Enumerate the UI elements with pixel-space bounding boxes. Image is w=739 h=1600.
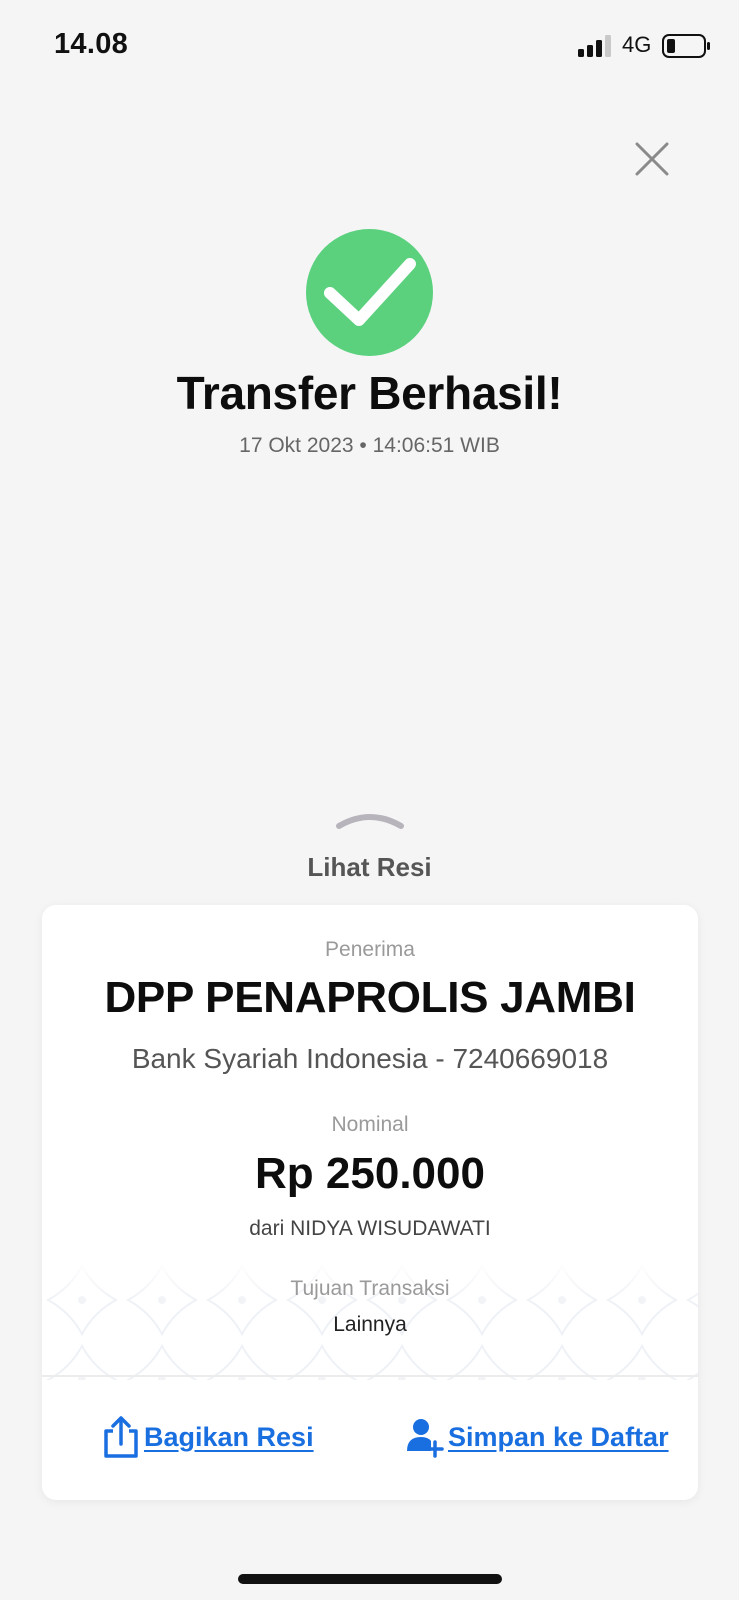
- share-icon: [104, 1416, 138, 1458]
- signal-bars-icon: [578, 35, 611, 57]
- purpose-label: Tujuan Transaksi: [290, 1277, 450, 1300]
- chevron-up-handle-icon[interactable]: [335, 810, 405, 834]
- receipt-card: Penerima DPP PENAPROLIS JAMBI Bank Syari…: [42, 905, 698, 1500]
- view-receipt-button[interactable]: Lihat Resi: [0, 852, 739, 883]
- card-divider: [42, 1375, 698, 1377]
- share-receipt-button[interactable]: Bagikan Resi: [102, 1413, 314, 1461]
- success-title: Transfer Berhasil!: [176, 367, 563, 419]
- checkmark-circle-icon: [306, 229, 433, 356]
- amount-label: Nominal: [331, 1113, 409, 1136]
- battery-low-icon: [662, 34, 710, 58]
- sender-name: dari NIDYA WISUDAWATI: [249, 1217, 491, 1240]
- purpose-value: Lainnya: [333, 1313, 407, 1336]
- add-user-icon: [407, 1419, 444, 1458]
- status-bar: 14.08 4G: [0, 0, 739, 90]
- home-indicator[interactable]: [238, 1574, 502, 1584]
- recipient-label: Penerima: [325, 938, 415, 961]
- status-time: 14.08: [54, 28, 129, 60]
- close-icon[interactable]: [634, 141, 670, 177]
- network-type: 4G: [622, 32, 652, 57]
- recipient-bank-account: Bank Syariah Indonesia - 7240669018: [131, 1043, 609, 1074]
- share-receipt-label[interactable]: Bagikan Resi: [144, 1422, 314, 1453]
- transfer-success-screen: 14.08 4G Transfer Berhasil! 17 Okt 2023 …: [0, 0, 739, 1600]
- recipient-name: DPP PENAPROLIS JAMBI: [104, 973, 636, 1022]
- save-to-list-button[interactable]: Simpan ke Daftar: [406, 1413, 669, 1461]
- transfer-amount: Rp 250.000: [255, 1149, 485, 1198]
- transfer-timestamp: 17 Okt 2023 • 14:06:51 WIB: [239, 434, 500, 457]
- save-to-list-label[interactable]: Simpan ke Daftar: [448, 1422, 669, 1453]
